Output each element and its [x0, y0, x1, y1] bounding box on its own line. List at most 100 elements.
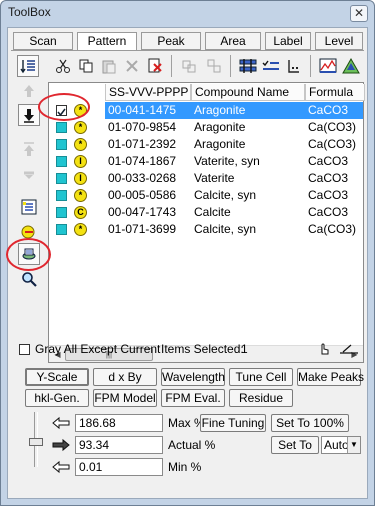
list-row[interactable]: * 00-041-1475 Aragonite CaCO3 [49, 102, 363, 119]
actual-percent-label: Actual % [168, 438, 216, 452]
gray-all-checkbox[interactable] [19, 344, 30, 355]
delete-button[interactable] [121, 55, 143, 77]
link-button[interactable] [178, 55, 200, 77]
list-row[interactable]: * 01-070-9854 Aragonite Ca(CO3) [49, 119, 363, 136]
sort-list-button[interactable] [17, 55, 39, 77]
tune-cell-button[interactable]: Tune Cell [229, 368, 293, 386]
list-row[interactable]: I 01-074-1867 Vaterite, syn CaCO3 [49, 153, 363, 170]
annotation-ellipse [38, 93, 90, 121]
triangle-icon [342, 58, 360, 74]
set-to-100-button[interactable]: Set To 100% [271, 414, 349, 432]
zoom-button[interactable] [18, 268, 40, 290]
row-color-box[interactable] [56, 190, 67, 201]
max-arrow-icon [52, 416, 70, 430]
cell-code: 00-033-0268 [108, 171, 177, 185]
tab-area[interactable]: Area [205, 32, 261, 50]
cell-formula: CaCO3 [308, 188, 349, 202]
cell-name: Vaterite [194, 171, 235, 185]
make-peaks-button[interactable]: Make Peaks [297, 368, 364, 386]
edit-list-button[interactable] [18, 196, 40, 218]
set-to-button[interactable]: Set To [271, 436, 319, 454]
baseline-tool-button[interactable] [338, 339, 360, 357]
properties-icon [239, 59, 257, 73]
max-percent-field[interactable]: 186.68 [75, 414, 163, 432]
column-header-code[interactable]: SS-VVV-PPPP [105, 84, 191, 101]
items-selected-count: 1 [241, 342, 248, 356]
column-header-compound[interactable]: Compound Name [191, 84, 305, 101]
tab-label[interactable]: Label [265, 32, 311, 50]
fpm-model-button[interactable]: FPM Model [93, 389, 157, 407]
actual-arrow-icon [52, 438, 70, 452]
tab-level[interactable]: Level [315, 32, 363, 50]
quality-badge-icon: * [74, 189, 87, 202]
cell-name: Aragonite [191, 102, 305, 119]
bracket-icon [288, 60, 299, 73]
tab-peak[interactable]: Peak [141, 32, 201, 50]
check-list-button[interactable] [260, 55, 282, 77]
actual-percent-field[interactable]: 93.34 [75, 436, 163, 454]
list-row[interactable]: * 01-071-3699 Calcite, syn Ca(CO3) [49, 221, 363, 238]
annotation-ellipse [6, 238, 51, 271]
tab-scan[interactable]: Scan [13, 32, 73, 50]
list-row[interactable]: * 01-071-2392 Aragonite Ca(CO3) [49, 136, 363, 153]
close-button[interactable]: ✕ [350, 5, 368, 22]
cut-button[interactable] [52, 55, 74, 77]
wavelength-button[interactable]: Wavelength [161, 368, 225, 386]
residue-button[interactable]: Residue [229, 389, 293, 407]
quality-badge-icon: * [74, 138, 87, 151]
paste-button[interactable] [98, 55, 120, 77]
move-top-button[interactable] [18, 138, 40, 160]
quality-badge-icon: I [74, 172, 87, 185]
row-color-box[interactable] [56, 139, 67, 150]
delete-item-button[interactable] [144, 55, 166, 77]
arrow-top-icon [24, 142, 34, 156]
row-color-box[interactable] [56, 207, 67, 218]
checklist-icon [262, 60, 279, 70]
toolbox-client: Scan Pattern Peak Area Label Level SS-VV… [6, 27, 368, 499]
delete-document-icon [148, 58, 162, 73]
hand-icon [21, 225, 35, 239]
fine-tuning-button[interactable]: Fine Tuning [200, 414, 266, 432]
cell-formula: CaCO3 [308, 154, 349, 168]
cell-formula: Ca(CO3) [308, 222, 357, 236]
dx-by-button[interactable]: d x By [93, 368, 157, 386]
row-color-box[interactable] [56, 173, 67, 184]
title-bar[interactable]: ToolBox ✕ [1, 1, 374, 27]
cell-code: 01-071-2392 [108, 137, 177, 151]
pointer-hand-icon [321, 343, 329, 355]
auto-select[interactable]: Auto ▼ [321, 436, 361, 454]
row-color-box[interactable] [56, 156, 67, 167]
unlink-button[interactable] [203, 55, 225, 77]
tab-pattern[interactable]: Pattern [77, 32, 137, 51]
properties-button[interactable] [237, 55, 259, 77]
y-scale-button[interactable]: Y-Scale [25, 368, 89, 386]
cell-code: 01-070-9854 [108, 120, 177, 134]
triangle-button[interactable] [340, 55, 362, 77]
pointer-tool-button[interactable] [315, 339, 333, 357]
cell-code: 00-005-0586 [108, 188, 177, 202]
row-color-box[interactable] [56, 224, 67, 235]
pattern-chart-button[interactable] [317, 55, 339, 77]
hkl-gen-button[interactable]: hkl-Gen. [25, 389, 89, 407]
cell-formula: Ca(CO3) [308, 137, 357, 151]
bracket-button[interactable] [283, 55, 305, 77]
column-header-formula[interactable]: Formula [305, 84, 365, 101]
move-bottom-button[interactable] [18, 162, 40, 184]
dropdown-arrow-icon[interactable]: ▼ [347, 437, 360, 453]
copy-button[interactable] [75, 55, 97, 77]
cell-name: Calcite, syn [194, 188, 257, 202]
fpm-eval-button[interactable]: FPM Eval. [161, 389, 225, 407]
move-up-button[interactable] [18, 80, 40, 102]
quality-badge-icon: * [74, 223, 87, 236]
list-row[interactable]: I 00-033-0268 Vaterite CaCO3 [49, 170, 363, 187]
list-row[interactable]: C 00-047-1743 Calcite CaCO3 [49, 204, 363, 221]
list-row[interactable]: * 00-005-0586 Calcite, syn CaCO3 [49, 187, 363, 204]
row-color-box[interactable] [56, 122, 67, 133]
min-percent-field[interactable]: 0.01 [75, 458, 163, 476]
move-down-button[interactable] [18, 104, 40, 126]
min-arrow-icon [52, 460, 70, 474]
chart-icon [319, 58, 337, 73]
quality-badge-icon: I [74, 155, 87, 168]
window-title: ToolBox [8, 5, 51, 19]
scale-slider-thumb[interactable] [29, 438, 43, 446]
